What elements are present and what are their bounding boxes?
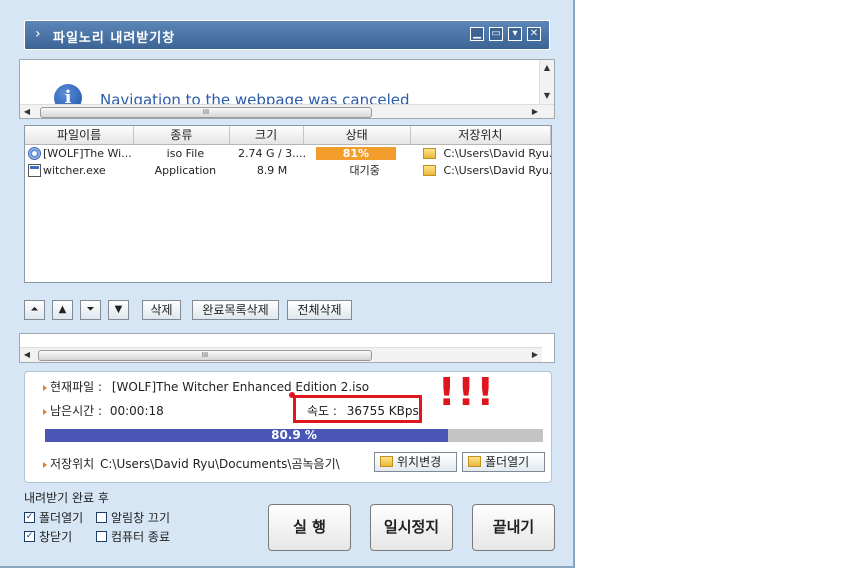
menu-button[interactable]: ▾ (508, 27, 522, 41)
folder-icon (423, 148, 437, 159)
download-list: 파일이름 종류 크기 상태 저장위치 [WOLF]The Wi... iso F… (24, 125, 552, 283)
pause-button[interactable]: 일시정지 (370, 504, 453, 551)
col-header-type[interactable]: 종류 (134, 126, 230, 144)
progress-label: 80.9 % (271, 428, 317, 442)
move-up-button[interactable]: ▲ (52, 300, 73, 320)
col-header-path[interactable]: 저장위치 (411, 126, 551, 144)
bullet-icon (43, 408, 47, 415)
scroll-right-arrow-icon[interactable]: ▶ (528, 105, 542, 118)
disc-icon (28, 147, 41, 160)
delete-all-button[interactable]: 전체삭제 (287, 300, 352, 320)
scroll-up-arrow-icon[interactable]: ▲ (540, 62, 554, 74)
disable-alert-checkbox[interactable] (96, 512, 107, 523)
browser-pane: i Navigation to the webpage was canceled… (19, 59, 555, 119)
title-bar[interactable]: › 파일노리 내려받기창 ▁ ▭ ▾ ✕ (24, 20, 550, 50)
change-location-button[interactable]: 위치변경 (374, 452, 457, 472)
option-shutdown[interactable]: 컴퓨터 종료 (96, 528, 170, 545)
download-window: › 파일노리 내려받기창 ▁ ▭ ▾ ✕ i Navigation to the… (0, 0, 575, 568)
speed-highlight-box (293, 395, 422, 423)
bullet-icon (43, 384, 47, 391)
folder-icon (423, 165, 437, 176)
minimize-button[interactable]: ▁ (470, 27, 484, 41)
scroll-thumb[interactable]: III (38, 350, 372, 361)
file-path: C:\Users\David Ryu... (443, 147, 551, 160)
restore-button[interactable]: ▭ (489, 27, 503, 41)
file-name: witcher.exe (43, 164, 106, 177)
table-row[interactable]: [WOLF]The Wi... iso File 2.74 G / 3.... … (25, 145, 551, 162)
scroll-left-arrow-icon[interactable]: ◀ (20, 105, 34, 118)
exclamation-annotation: !!! (438, 370, 496, 414)
save-path: C:\Users\David Ryu\Documents\곰녹음기\ (100, 457, 340, 471)
file-path: C:\Users\David Ryu... (443, 164, 551, 177)
open-folder-checkbox[interactable]: ✓ (24, 512, 35, 523)
option-close-window[interactable]: ✓ 창닫기 (24, 528, 72, 545)
close-window-checkbox[interactable]: ✓ (24, 531, 35, 542)
exe-icon (28, 164, 41, 177)
file-type: Application (154, 164, 217, 177)
highlight-dot (289, 392, 295, 398)
file-size: 2.74 G / 3.... (237, 147, 307, 160)
chevron-right-icon: › (35, 26, 41, 42)
move-down-button[interactable]: ▼ (108, 300, 129, 320)
bullet-icon (43, 461, 47, 468)
secondary-pane: ◀ III ▶ (19, 333, 555, 363)
file-name: [WOLF]The Wi... (43, 147, 132, 160)
folder-open-icon (468, 456, 481, 467)
file-size: 8.9 M (256, 164, 288, 177)
scroll-right-arrow-icon[interactable]: ▶ (528, 348, 542, 362)
open-folder-button[interactable]: 폴더열기 (462, 452, 545, 472)
horizontal-scrollbar[interactable]: ◀ III ▶ (20, 347, 542, 362)
row-progress-bar: 81% (315, 147, 396, 160)
window-controls: ▁ ▭ ▾ ✕ (470, 27, 541, 41)
scroll-thumb[interactable]: III (40, 107, 372, 118)
file-type: iso File (166, 147, 205, 160)
option-open-folder[interactable]: ✓ 폴더열기 (24, 509, 83, 526)
shutdown-checkbox[interactable] (96, 531, 107, 542)
vertical-scrollbar[interactable]: ▲ ▼ (539, 60, 554, 105)
list-header: 파일이름 종류 크기 상태 저장위치 (25, 126, 551, 145)
overall-progress-bar: 80.9 % (45, 429, 543, 442)
remaining-time-label: 남은시간 : (50, 404, 103, 418)
col-header-name[interactable]: 파일이름 (25, 126, 135, 144)
current-file-name: [WOLF]The Witcher Enhanced Edition 2.iso (111, 380, 370, 394)
table-row[interactable]: witcher.exe Application 8.9 M 대기중 C:\Use… (25, 162, 551, 179)
scroll-down-arrow-icon[interactable]: ▼ (540, 90, 554, 102)
close-button[interactable]: ✕ (527, 27, 541, 41)
delete-completed-button[interactable]: 완료목록삭제 (192, 300, 279, 320)
after-download-label: 내려받기 완료 후 (24, 491, 109, 505)
exit-button[interactable]: 끝내기 (472, 504, 555, 551)
folder-arrow-icon (380, 456, 393, 467)
delete-button[interactable]: 삭제 (142, 300, 181, 320)
option-disable-alert[interactable]: 알림창 끄기 (96, 509, 170, 526)
move-top-button[interactable]: ⏶ (24, 300, 45, 320)
scroll-left-arrow-icon[interactable]: ◀ (20, 348, 34, 362)
run-button[interactable]: 실 행 (268, 504, 351, 551)
window-title: 파일노리 내려받기창 (53, 31, 176, 46)
move-bottom-button[interactable]: ⏷ (80, 300, 101, 320)
file-status: 대기중 (349, 164, 380, 177)
horizontal-scrollbar[interactable]: ◀ III ▶ (20, 104, 554, 118)
remaining-time: 00:00:18 (109, 404, 164, 418)
col-header-size[interactable]: 크기 (230, 126, 304, 144)
col-header-status[interactable]: 상태 (304, 126, 411, 144)
save-path-label: 저장위치 (50, 457, 95, 471)
current-file-label: 현재파일 : (50, 380, 103, 394)
